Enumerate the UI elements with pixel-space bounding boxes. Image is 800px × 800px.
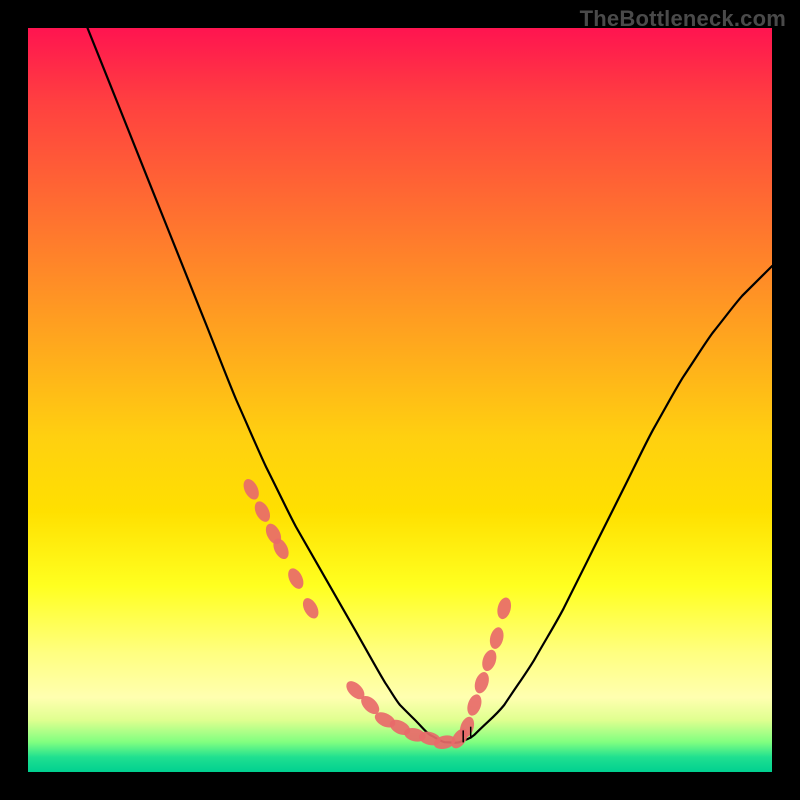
bottleneck-curve xyxy=(28,28,772,772)
watermark-text: TheBottleneck.com xyxy=(580,6,786,32)
plot-area xyxy=(28,28,772,772)
